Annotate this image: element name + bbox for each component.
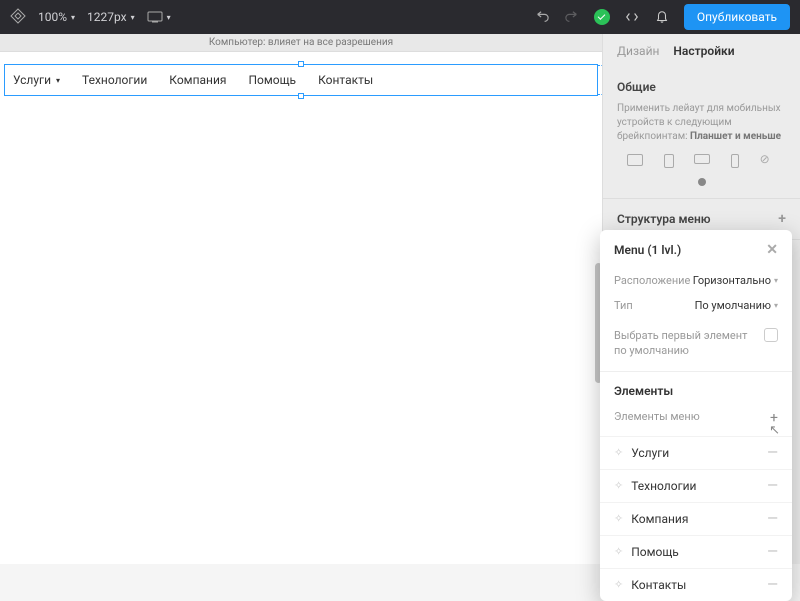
- close-icon[interactable]: ✕: [766, 242, 778, 258]
- notification-icon[interactable]: [654, 9, 670, 25]
- tablet-landscape-icon[interactable]: [694, 154, 710, 164]
- caret-down-icon: ▾: [56, 76, 60, 85]
- add-element-button[interactable]: + ↖: [770, 410, 778, 426]
- type-dropdown[interactable]: По умолчанию▾: [695, 299, 778, 312]
- drag-handle-icon[interactable]: ✧: [614, 446, 623, 459]
- remove-item-button[interactable]: —: [767, 445, 778, 461]
- drag-handle-icon[interactable]: ✧: [614, 545, 623, 558]
- drag-handle-icon[interactable]: ✧: [614, 578, 623, 591]
- redo-button[interactable]: [564, 9, 580, 25]
- breakpoint-bar: Компьютер: влияет на все разрешения: [0, 34, 602, 52]
- breakpoint-slider-handle[interactable]: [698, 178, 706, 186]
- section-title-general: Общие: [617, 80, 786, 94]
- tab-design[interactable]: Дизайн: [617, 44, 659, 58]
- remove-item-button[interactable]: —: [767, 577, 778, 593]
- remove-item-button[interactable]: —: [767, 478, 778, 494]
- phone-icon[interactable]: [731, 154, 739, 168]
- resize-handle-top[interactable]: [298, 61, 304, 67]
- type-label: Тип: [614, 299, 633, 312]
- elements-subtitle: Элементы меню: [614, 410, 700, 426]
- menu-item-label: Услуги: [631, 446, 669, 460]
- zoom-dropdown[interactable]: 100% ▾: [38, 10, 75, 24]
- nav-item[interactable]: Компания: [169, 73, 226, 87]
- menu-item-label: Контакты: [631, 578, 686, 592]
- general-section: Общие Применить лейаут для мобильных уст…: [603, 68, 800, 199]
- nav-item-label: Услуги: [13, 73, 51, 87]
- menu-settings-popover: Menu (1 lvl.) ✕ Расположение Горизонталь…: [600, 230, 792, 601]
- top-toolbar: 100% ▾ 1227px ▾ ▾ Опубликовать: [0, 0, 800, 34]
- tab-settings[interactable]: Настройки: [673, 44, 734, 58]
- menu-item-row[interactable]: ✧ Помощь —: [600, 535, 792, 568]
- drag-handle-icon[interactable]: ✧: [614, 479, 623, 492]
- menu-item-label: Помощь: [631, 545, 679, 559]
- nav-item[interactable]: Помощь: [248, 73, 296, 87]
- placement-dropdown[interactable]: Горизонтально▾: [693, 274, 778, 287]
- width-dropdown[interactable]: 1227px ▾: [87, 10, 135, 24]
- width-value: 1227px: [87, 10, 127, 24]
- placement-label: Расположение: [614, 274, 690, 287]
- desktop-icon[interactable]: [627, 154, 643, 166]
- menu-item-label: Компания: [631, 512, 688, 526]
- status-indicator[interactable]: [594, 9, 610, 25]
- nav-item[interactable]: Услуги ▾: [13, 73, 60, 87]
- overflow-indicator: [597, 65, 602, 95]
- publish-button[interactable]: Опубликовать: [684, 4, 790, 30]
- device-dropdown[interactable]: ▾: [147, 11, 171, 23]
- resize-handle-bottom[interactable]: [298, 93, 304, 99]
- hidden-icon[interactable]: [760, 154, 776, 166]
- undo-button[interactable]: [534, 9, 550, 25]
- menu-item-row[interactable]: ✧ Контакты —: [600, 568, 792, 601]
- menu-item-label: Технологии: [631, 479, 696, 493]
- default-first-checkbox[interactable]: [764, 328, 778, 342]
- popover-title: Menu (1 lvl.): [614, 243, 681, 257]
- structure-title: Структура меню: [617, 212, 711, 226]
- zoom-value: 100%: [38, 10, 67, 24]
- code-button[interactable]: [624, 9, 640, 25]
- menu-item-row[interactable]: ✧ Технологии —: [600, 469, 792, 502]
- cursor-pointer-icon: ↖: [769, 423, 780, 438]
- chevron-down-icon: ▾: [167, 13, 171, 22]
- app-logo-icon[interactable]: [10, 8, 26, 27]
- breakpoint-device-row: [617, 154, 786, 168]
- selected-menu-block[interactable]: Услуги ▾ Технологии Компания Помощь Конта…: [4, 64, 598, 96]
- menu-item-row[interactable]: ✧ Услуги —: [600, 436, 792, 469]
- add-structure-button[interactable]: +: [778, 211, 786, 227]
- canvas-area[interactable]: Компьютер: влияет на все разрешения Услу…: [0, 34, 602, 564]
- drag-handle-icon[interactable]: ✧: [614, 512, 623, 525]
- menu-item-row[interactable]: ✧ Компания —: [600, 502, 792, 535]
- tablet-icon[interactable]: [664, 154, 674, 168]
- nav-item[interactable]: Контакты: [318, 73, 373, 87]
- chevron-down-icon: ▾: [131, 13, 135, 22]
- general-hint: Применить лейаут для мобильных устройств…: [617, 102, 786, 144]
- default-first-label: Выбрать первый элемент по умолчанию: [614, 328, 754, 359]
- nav-item[interactable]: Технологии: [82, 73, 147, 87]
- remove-item-button[interactable]: —: [767, 544, 778, 560]
- elements-title: Элементы: [600, 372, 792, 406]
- remove-item-button[interactable]: —: [767, 511, 778, 527]
- chevron-down-icon: ▾: [71, 13, 75, 22]
